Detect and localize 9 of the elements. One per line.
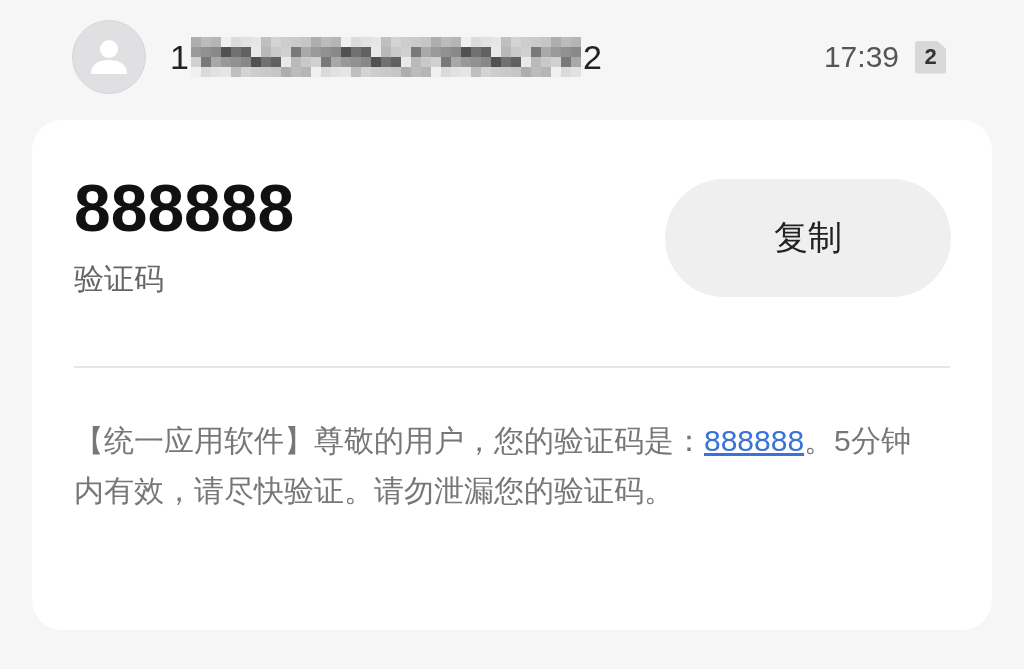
code-label: 验证码 (74, 260, 165, 297)
message-time: 17:39 (823, 40, 899, 74)
sender-number: 1 (170, 37, 189, 77)
copy-button[interactable]: 复制 (665, 179, 951, 297)
message-text: 【统一应用软件】尊敬的用户，您的验证码是：888888。5分钟内有效，请尽快验证。请勿泄漏您的验证码。 (74, 422, 912, 509)
sender-number: 2 (582, 37, 602, 77)
verification-code: 888888 (74, 172, 295, 245)
code-link[interactable]: 888888 (704, 423, 805, 457)
sim-badge: 2 (915, 40, 946, 74)
